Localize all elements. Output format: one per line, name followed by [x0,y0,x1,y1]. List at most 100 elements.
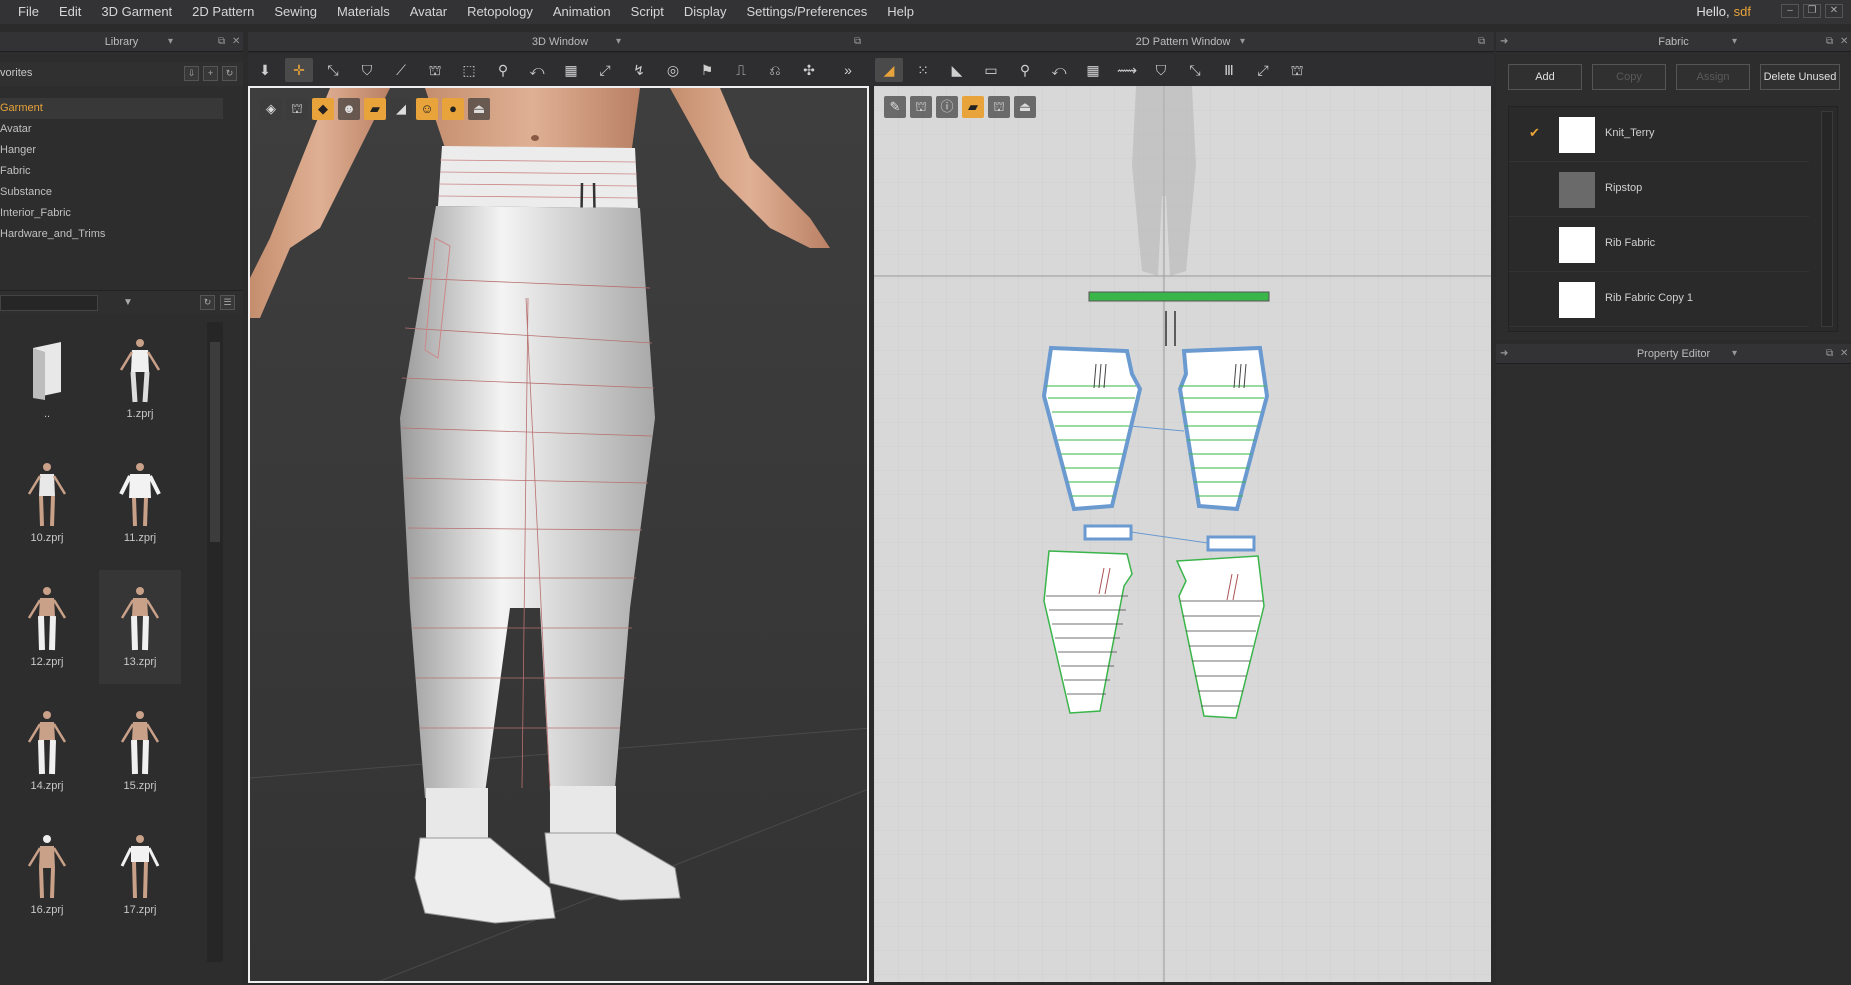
file-item[interactable]: 14.zprj [6,694,88,808]
show-grid-icon[interactable]: ✎ [884,96,906,118]
favorites-label[interactable]: vorites [0,67,32,79]
fabric-item[interactable]: Rib Fabric Copy 1 [1509,272,1809,327]
measure-icon[interactable]: ⤢ [1249,58,1277,82]
fabric-item[interactable]: Rib Fabric [1509,217,1809,272]
tack-icon[interactable]: ⬚ [455,58,483,82]
menu-animation[interactable]: Animation [543,0,621,24]
library-menu-icon[interactable]: ▾ [168,32,173,52]
tree-item-substance[interactable]: Substance [0,182,236,203]
close-panel-icon[interactable]: ✕ [1840,32,1848,52]
menu-materials[interactable]: Materials [327,0,400,24]
file-item[interactable]: 16.zprj [6,818,88,932]
dock-arrow-icon[interactable]: ➜ [1500,344,1508,364]
measure-icon[interactable]: ⤢ [591,58,619,82]
file-item[interactable]: 15.zprj [99,694,181,808]
fabric-scrollbar[interactable] [1821,111,1833,327]
menu-2d-pattern[interactable]: 2D Pattern [182,0,264,24]
search-input[interactable] [0,295,98,311]
select-mesh-icon[interactable]: ⬇ [251,58,279,82]
file-item[interactable]: 11.zprj [99,446,181,560]
show-pattern-icon[interactable]: ◆ [312,98,334,120]
expand-icon[interactable]: » [834,58,862,82]
fold-arrange-icon[interactable]: ⟿ [1113,58,1141,82]
file-item-selected[interactable]: 13.zprj [99,570,181,684]
surface-icon[interactable]: ◢ [390,98,412,120]
fabric-item[interactable]: ✔ Knit_Terry [1509,107,1809,162]
zipper-icon[interactable]: ⚑ [693,58,721,82]
fold-icon[interactable]: ⛉ [353,58,381,82]
transform-pattern-icon[interactable]: ◢ [875,58,903,82]
undock-icon[interactable]: ⧉ [854,32,861,52]
show-avatar-icon[interactable]: ◈ [260,98,282,120]
garment-icon[interactable]: ⛫ [988,96,1010,118]
undock-icon[interactable]: ⧉ [1826,32,1833,52]
file-item[interactable]: 12.zprj [6,570,88,684]
fabric-item[interactable]: Ripstop [1509,162,1809,217]
trim-icon[interactable]: ↯ [625,58,653,82]
user-name[interactable]: sdf [1734,4,1751,19]
library-scrollbar[interactable] [207,322,223,962]
show-garment-icon[interactable]: ⛫ [286,98,308,120]
copy-button[interactable]: Copy [1592,64,1666,90]
line-tool-icon[interactable]: ⟋ [387,58,415,82]
sewing-icon[interactable]: ⤺ [523,58,551,82]
view2d-menu-icon[interactable]: ▾ [1240,32,1245,52]
refresh-icon[interactable]: ↻ [200,295,215,310]
restore-icon[interactable]: ❐ [1803,4,1821,18]
refresh-icon[interactable]: ↻ [222,66,237,81]
info-icon[interactable]: ⓘ [936,96,958,118]
tape-icon[interactable]: ⛉ [1147,58,1175,82]
chevron-down-icon[interactable]: ▼ [123,297,133,308]
undock-icon[interactable]: ⧉ [1478,32,1485,52]
menu-settings[interactable]: Settings/Preferences [737,0,878,24]
export-icon[interactable]: ⏏ [1014,96,1036,118]
add-button[interactable]: Add [1508,64,1582,90]
avatar-head-icon[interactable]: ☺ [416,98,438,120]
button-icon[interactable]: ◎ [659,58,687,82]
puckering-icon[interactable]: ⎌ [761,58,789,82]
pleat-icon[interactable]: Ⅲ [1215,58,1243,82]
tree-item-interior-fabric[interactable]: Interior_Fabric [0,203,236,224]
pin-icon[interactable]: ⚲ [489,58,517,82]
show-avatar-icon[interactable]: ⛫ [910,96,932,118]
menu-sewing[interactable]: Sewing [264,0,327,24]
dart-icon[interactable]: ⚲ [1011,58,1039,82]
file-item[interactable]: 1.zprj [99,322,181,436]
file-item[interactable]: 17.zprj [99,818,181,932]
rectangle-icon[interactable]: ▭ [977,58,1005,82]
minimize-icon[interactable]: – [1781,4,1799,18]
dock-arrow-icon[interactable]: ➜ [1500,32,1508,52]
viewport-3d[interactable]: ◈ ⛫ ◆ ☻ ▰ ◢ ☺ ● ⏏ [248,86,869,983]
menu-avatar[interactable]: Avatar [400,0,457,24]
edit-sewing-icon[interactable]: ⤡ [1181,58,1209,82]
texture-icon[interactable]: ▰ [364,98,386,120]
close-panel-icon[interactable]: ✕ [232,32,240,52]
close-panel-icon[interactable]: ✕ [1840,344,1848,364]
scrollbar-thumb[interactable] [210,342,220,542]
move-icon[interactable]: ✛ [285,58,313,82]
file-item-parent[interactable]: .. [6,322,88,436]
property-editor-menu-icon[interactable]: ▾ [1732,344,1737,364]
show-arrangement-icon[interactable]: ☻ [338,98,360,120]
fabric-menu-icon[interactable]: ▾ [1732,32,1737,52]
tree-item-avatar[interactable]: Avatar [0,119,236,140]
list-view-icon[interactable]: ☰ [220,295,235,310]
tree-item-hardware[interactable]: Hardware_and_Trims [0,224,236,245]
tree-item-fabric[interactable]: Fabric [0,161,236,182]
download-icon[interactable]: ⇩ [184,66,199,81]
undock-icon[interactable]: ⧉ [218,32,225,52]
export-icon[interactable]: ⏏ [468,98,490,120]
menu-help[interactable]: Help [877,0,924,24]
add-icon[interactable]: + [203,66,218,81]
menu-display[interactable]: Display [674,0,737,24]
tape-icon[interactable]: ⎍ [727,58,755,82]
menu-retopology[interactable]: Retopology [457,0,543,24]
grid-icon[interactable]: ▦ [557,58,585,82]
select-point-icon[interactable]: ⤡ [319,58,347,82]
menu-edit[interactable]: Edit [49,0,91,24]
render-sphere-icon[interactable]: ● [442,98,464,120]
view3d-menu-icon[interactable]: ▾ [616,32,621,52]
sew-segment-icon[interactable]: ⤺ [1045,58,1073,82]
tree-item-hanger[interactable]: Hanger [0,140,236,161]
assign-button[interactable]: Assign [1676,64,1750,90]
